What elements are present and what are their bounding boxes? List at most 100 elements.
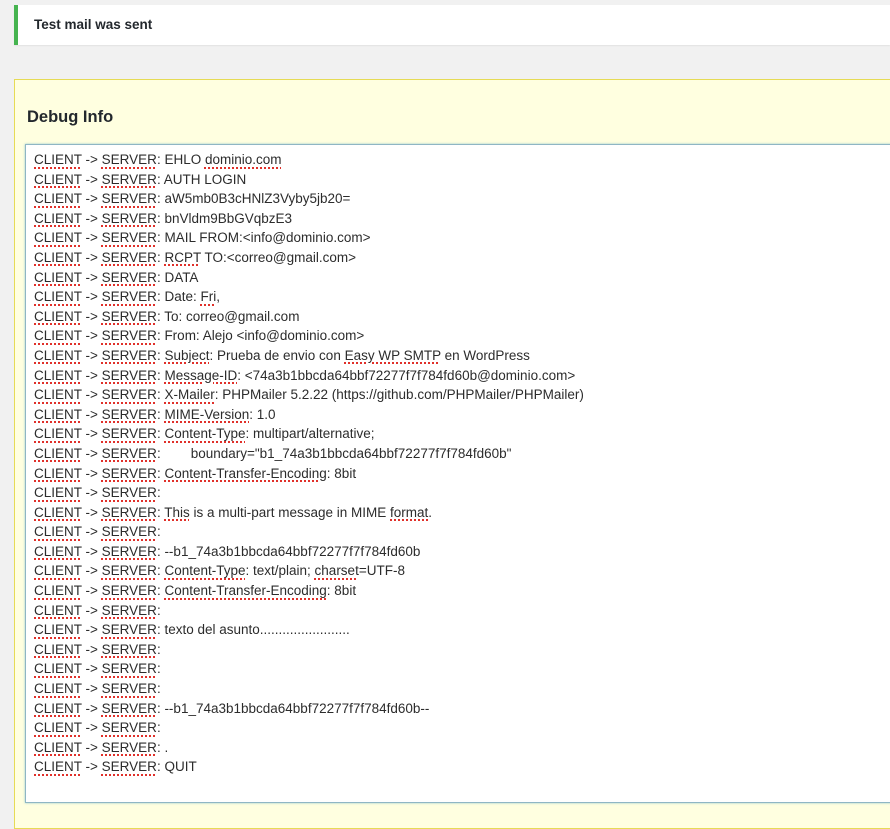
- log-text: ->: [81, 367, 102, 383]
- log-text: ->: [81, 445, 102, 461]
- log-text: ->: [81, 191, 102, 207]
- log-text: : 8bit: [326, 465, 357, 481]
- log-text: ->: [81, 602, 102, 618]
- log-line: CLIENT -> SERVER: AUTH LOGIN: [34, 170, 890, 190]
- log-line: CLIENT -> SERVER:: [34, 640, 890, 660]
- log-line: CLIENT -> SERVER: .: [34, 738, 890, 758]
- log-text-misspelled: dominio.com: [204, 152, 282, 167]
- log-text-misspelled: SERVER: [101, 622, 157, 638]
- log-text: : boundary="b1_74a3b1bbcda64bbf72277f7f7…: [156, 445, 512, 461]
- log-text-misspelled: CLIENT: [34, 152, 82, 167]
- log-text-misspelled: MIME-Version: [164, 406, 250, 422]
- log-line: CLIENT -> SERVER: To: correo@gmail.com: [34, 307, 890, 327]
- log-text: is a multi-part message in MIME: [189, 504, 391, 520]
- log-line: CLIENT -> SERVER: From: Alejo <info@domi…: [34, 326, 890, 346]
- log-text-misspelled: X-Mailer: [164, 387, 215, 403]
- log-text-misspelled: SERVER: [101, 563, 157, 579]
- log-line: CLIENT -> SERVER: Content-Transfer-Encod…: [34, 464, 890, 484]
- log-text-misspelled: CLIENT: [34, 269, 82, 285]
- log-text: ->: [81, 308, 102, 324]
- log-text: ->: [81, 387, 102, 403]
- log-text-misspelled: SERVER: [101, 759, 157, 775]
- log-line: CLIENT -> SERVER: aW5mb0B3cHNlZ3Vyby5jb2…: [34, 189, 890, 209]
- log-text-misspelled: SERVER: [101, 426, 157, 442]
- log-line: CLIENT -> SERVER:: [34, 483, 890, 503]
- log-text: :: [156, 524, 161, 540]
- log-text-misspelled: CLIENT: [34, 230, 82, 246]
- log-text: ->: [81, 269, 102, 285]
- log-text-misspelled: CLIENT: [34, 406, 82, 422]
- log-line: CLIENT -> SERVER:: [34, 659, 890, 679]
- log-text: ->: [81, 406, 102, 422]
- log-line: CLIENT -> SERVER: Message-ID: <74a3b1bbc…: [34, 366, 890, 386]
- log-text: : --b1_74a3b1bbcda64bbf72277f7f784fd60b: [156, 543, 421, 559]
- log-text: : aW5mb0B3cHNlZ3Vyby5jb20=: [156, 191, 351, 207]
- log-text-misspelled: Subject: [164, 347, 210, 363]
- log-text-misspelled: RCPT: [164, 249, 201, 265]
- debug-log-textarea[interactable]: CLIENT -> SERVER: EHLO dominio.com CLIENT…: [25, 144, 890, 803]
- log-line: CLIENT -> SERVER: Content-Transfer-Encod…: [34, 581, 890, 601]
- log-line: CLIENT -> SERVER: Subject: Prueba de env…: [34, 346, 890, 366]
- log-text-misspelled: SERVER: [101, 641, 157, 657]
- log-text-misspelled: SERVER: [101, 367, 157, 383]
- log-text-misspelled: SERVER: [101, 191, 157, 207]
- log-text: : AUTH LOGIN: [156, 171, 247, 187]
- log-line: CLIENT -> SERVER: RCPT TO:<correo@gmail.…: [34, 248, 890, 268]
- log-text: : Prueba de envio con: [209, 347, 345, 363]
- log-text-misspelled: CLIENT: [34, 681, 82, 697]
- log-text: ->: [81, 641, 102, 657]
- log-text: ->: [81, 720, 102, 736]
- log-text-misspelled: Easy WP SMTP: [344, 347, 441, 363]
- log-text: :: [156, 661, 161, 677]
- log-text-misspelled: Content-Transfer-Encoding: [164, 465, 327, 481]
- log-text-misspelled: SERVER: [101, 210, 157, 226]
- log-text: ->: [81, 289, 102, 305]
- log-text: : --b1_74a3b1bbcda64bbf72277f7f784fd60b-…: [156, 700, 430, 716]
- log-text: : 8bit: [326, 583, 357, 599]
- log-text: : <74a3b1bbcda64bbf72277f7f784fd60b@domi…: [237, 367, 576, 383]
- log-text: :: [156, 485, 161, 501]
- log-text: ->: [81, 583, 102, 599]
- log-text-misspelled: SERVER: [101, 347, 157, 363]
- log-text: : 1.0: [249, 406, 276, 422]
- log-text-misspelled: CLIENT: [34, 543, 82, 559]
- log-text: : texto del asunto......................…: [156, 622, 350, 638]
- log-line: CLIENT -> SERVER:: [34, 718, 890, 738]
- log-text: en WordPress: [440, 347, 530, 363]
- log-text-misspelled: SERVER: [101, 269, 157, 285]
- log-text-misspelled: CLIENT: [34, 622, 82, 638]
- log-text-misspelled: SERVER: [101, 720, 157, 736]
- log-text: .: [428, 504, 433, 520]
- log-text-misspelled: SERVER: [101, 700, 157, 716]
- log-text: :: [156, 681, 161, 697]
- log-text: ->: [81, 700, 102, 716]
- log-text-misspelled: SERVER: [101, 328, 157, 344]
- log-text-misspelled: SERVER: [101, 230, 157, 246]
- log-text: ->: [81, 739, 102, 755]
- log-text: ->: [81, 504, 102, 520]
- log-text-misspelled: CLIENT: [34, 347, 82, 363]
- log-text-misspelled: SERVER: [101, 681, 157, 697]
- log-text-misspelled: CLIENT: [34, 191, 82, 207]
- log-text-misspelled: SERVER: [101, 504, 157, 520]
- log-text-misspelled: Content-Type: [164, 563, 246, 579]
- log-text-misspelled: CLIENT: [34, 308, 82, 324]
- log-text: : From: Alejo <info@dominio.com>: [156, 328, 365, 344]
- log-text-misspelled: CLIENT: [34, 700, 82, 716]
- log-text-misspelled: SERVER: [101, 524, 157, 540]
- log-line: CLIENT -> SERVER: texto del asunto......…: [34, 620, 890, 640]
- log-text: : .: [156, 739, 169, 755]
- log-line: CLIENT -> SERVER: Date: Fri,: [34, 287, 890, 307]
- log-text: ->: [81, 347, 102, 363]
- log-text-misspelled: format: [390, 504, 429, 520]
- log-text-misspelled: SERVER: [101, 249, 157, 265]
- log-text-misspelled: Content-Type: [164, 426, 246, 442]
- log-text-misspelled: SERVER: [101, 152, 157, 167]
- log-text: : EHLO: [156, 152, 205, 167]
- log-line: CLIENT -> SERVER: Content-Type: text/pla…: [34, 561, 890, 581]
- log-text: ->: [81, 230, 102, 246]
- log-text: ->: [81, 661, 102, 677]
- log-text-misspelled: CLIENT: [34, 426, 82, 442]
- log-text-misspelled: CLIENT: [34, 720, 82, 736]
- log-text-misspelled: SERVER: [101, 583, 157, 599]
